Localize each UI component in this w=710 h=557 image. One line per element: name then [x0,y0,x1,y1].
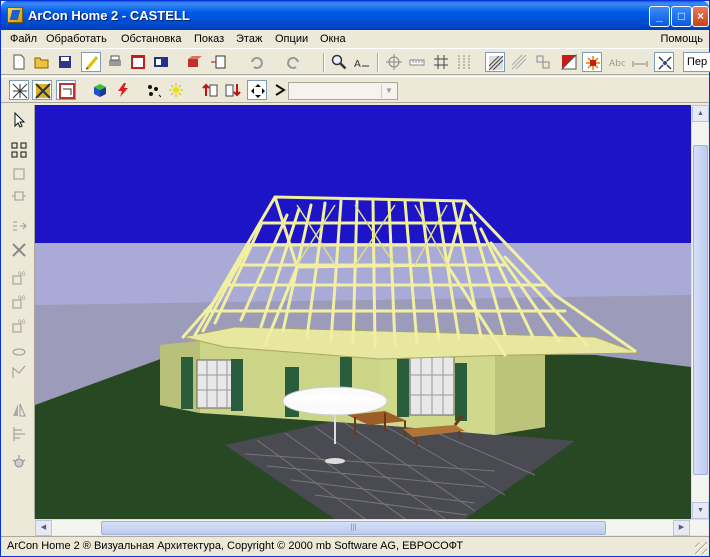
box-icon[interactable] [8,163,30,185]
light-icon[interactable] [8,451,30,473]
dialog-icon[interactable] [128,52,148,72]
zoom-icon[interactable] [329,52,349,72]
scroll-down-icon[interactable]: ▼ [692,502,709,519]
solid-view-icon[interactable] [32,80,52,100]
undo-icon[interactable] [246,52,266,72]
svg-text:90: 90 [18,295,26,302]
menu-view[interactable]: Показ [191,30,227,48]
print-icon[interactable] [105,52,125,72]
plan-view-icon[interactable] [56,80,76,100]
menu-bar: Файл Обработать Обстановка Показ Этаж Оп… [1,30,709,48]
horizontal-scroll-thumb[interactable]: ||| [101,521,606,535]
maximize-button[interactable]: □ [671,6,692,27]
window-title: ArCon Home 2 - CASTELL [28,8,190,23]
pen-icon[interactable] [81,52,101,72]
svg-text:90: 90 [18,271,26,278]
view-toolbar: ▼ [1,76,709,103]
tool-palette: 90 90 90 [1,105,35,519]
hatch-fill-icon[interactable] [485,52,505,72]
main-toolbar: A Abc Пер [1,48,710,75]
svg-text:90: 90 [18,319,26,326]
open-icon[interactable] [32,52,52,72]
menu-windows[interactable]: Окна [317,30,349,48]
rotate-free-icon[interactable] [8,341,30,363]
menu-edit[interactable]: Обработать [43,30,110,48]
menu-floor[interactable]: Этаж [233,30,265,48]
title-bar[interactable]: ArCon Home 2 - CASTELL _ □ × [1,1,709,30]
pattern-icon[interactable] [654,52,674,72]
vertical-scroll-thumb[interactable] [693,145,708,475]
floor-down-icon[interactable] [223,80,243,100]
select-area-icon[interactable] [8,139,30,161]
move-icon[interactable] [247,80,267,100]
wire-view-icon[interactable] [9,80,29,100]
mirror-icon[interactable] [8,399,30,421]
menu-help[interactable]: Помощь [661,30,704,48]
frame-icon[interactable] [208,52,228,72]
dimension-tool-icon[interactable] [8,361,30,383]
object-select[interactable]: ▼ [288,82,398,100]
svg-text:A: A [354,59,361,70]
cube-icon[interactable] [90,80,110,100]
minimize-button[interactable]: _ [649,6,670,27]
crosshair-icon[interactable] [384,52,404,72]
spark-icon[interactable] [582,52,602,72]
object-icon[interactable] [185,52,205,72]
delete-icon[interactable] [8,239,30,261]
paint-icon[interactable] [143,80,163,100]
floor-up-icon[interactable] [200,80,220,100]
menu-furnishing[interactable]: Обстановка [118,30,184,48]
sun-icon[interactable] [166,80,186,100]
dimension-icon[interactable] [630,52,650,72]
3d-viewport[interactable] [35,105,691,519]
menu-options[interactable]: Опции [272,30,311,48]
ruler-icon[interactable] [407,52,427,72]
chevron-down-icon[interactable]: ▼ [381,84,396,98]
move-nodes-icon[interactable] [8,215,30,237]
redo-icon[interactable] [284,52,304,72]
view-mode-field[interactable]: Пер [683,52,710,72]
scroll-left-icon[interactable]: ◀ [35,520,52,536]
red-square-icon[interactable] [559,52,579,72]
house-render [35,105,691,519]
blocks-icon[interactable] [533,52,553,72]
save-icon[interactable] [55,52,75,72]
horizontal-scrollbar[interactable]: ◀ ||| ▶ [35,519,708,536]
align-icon[interactable] [8,423,30,445]
scroll-up-icon[interactable]: ▲ [692,105,709,122]
grid-icon[interactable] [431,52,451,72]
pointer-icon[interactable] [8,109,30,131]
columns-icon[interactable] [454,52,474,72]
rotate-90b-icon[interactable]: 90 [8,291,30,313]
vertical-scrollbar[interactable]: ▲ ▼ [691,105,709,519]
resize-grip-icon[interactable] [695,542,707,554]
scroll-right-icon[interactable]: ▶ [673,520,690,536]
status-bar: ArCon Home 2 ® Визуальная Архитектура, C… [1,536,709,556]
menu-file[interactable]: Файл [7,30,40,48]
new-icon[interactable] [9,52,29,72]
node-icon[interactable] [8,185,30,207]
status-text: ArCon Home 2 ® Визуальная Архитектура, C… [7,540,464,552]
svg-text:Abc: Abc [609,59,625,69]
close-button[interactable]: × [692,6,709,27]
text-style-icon[interactable]: Abc [607,52,627,72]
app-icon[interactable] [7,7,23,23]
measure-icon[interactable]: A [352,52,372,72]
lightning-icon[interactable] [113,80,133,100]
window-icon[interactable] [151,52,171,72]
app-window: ArCon Home 2 - CASTELL _ □ × Файл Обрабо… [0,0,710,557]
rotate-90-icon[interactable]: 90 [8,267,30,289]
rotate-90c-icon[interactable]: 90 [8,315,30,337]
hatch-icon[interactable] [509,52,529,72]
